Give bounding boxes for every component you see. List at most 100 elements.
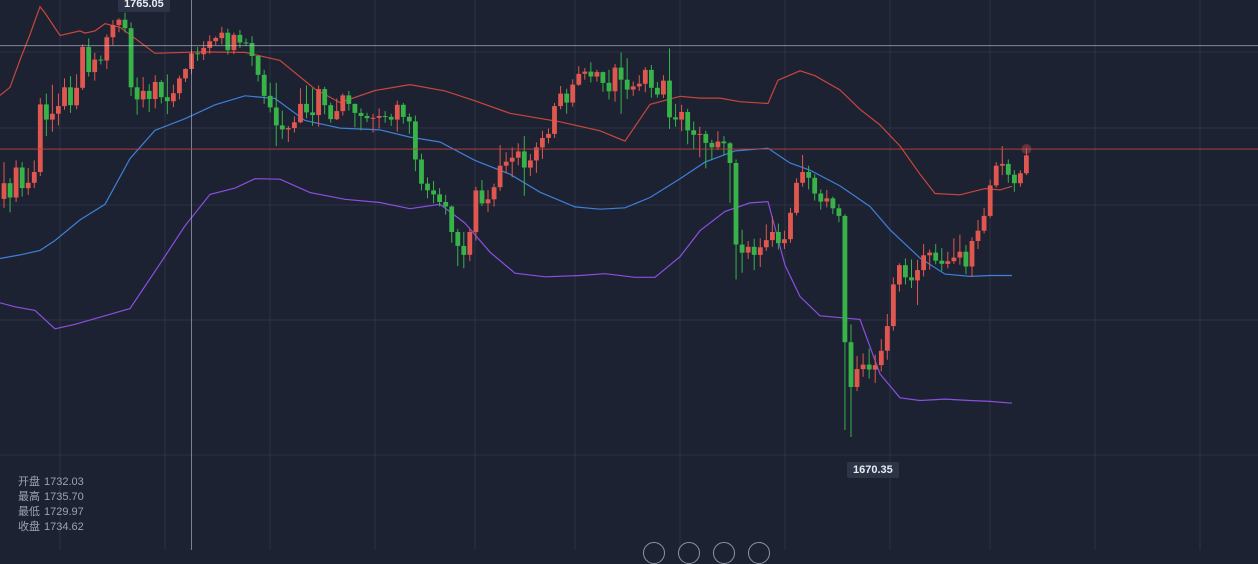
candle-up (491, 187, 497, 200)
candle-down (225, 32, 231, 51)
candle-down (279, 125, 285, 130)
zoom-out-button[interactable] (643, 542, 665, 564)
last-price-glow (1021, 144, 1032, 155)
candle-down (521, 151, 527, 168)
candle-up (921, 255, 926, 271)
candle-up (582, 71, 588, 74)
candle-up (1018, 173, 1023, 184)
candle-down (44, 104, 49, 120)
candle-down (388, 116, 394, 120)
candle-up (661, 80, 666, 95)
low-row: 最低 1729.97 (18, 505, 84, 520)
lower-band-line (0, 178, 1013, 404)
candles (1, 12, 1029, 437)
candle-up (782, 239, 787, 244)
candlestick-chart[interactable] (0, 0, 1258, 550)
candle-up (854, 369, 860, 387)
candle-down (751, 246, 757, 255)
candle-down (606, 82, 612, 92)
candle-down (739, 244, 745, 253)
candle-up (558, 93, 563, 107)
candle-up (824, 198, 830, 202)
candle-down (618, 67, 624, 80)
candle-down (703, 133, 709, 143)
candle-down (685, 112, 691, 131)
candle-down (273, 107, 279, 126)
candle-down (419, 159, 424, 184)
candle-up (316, 89, 321, 116)
candle-down (667, 80, 672, 118)
candle-down (721, 141, 727, 144)
candle-up (884, 326, 890, 351)
candle-down (358, 112, 364, 116)
candle-up (219, 32, 225, 39)
candle-up (231, 34, 237, 51)
scroll-left-button[interactable] (713, 542, 735, 564)
candle-up (945, 261, 951, 264)
candle-up (679, 112, 684, 120)
candle-up (334, 111, 340, 120)
high-price-marker: 1765.05 (118, 0, 170, 12)
candle-down (691, 130, 697, 135)
candle-down (364, 116, 370, 119)
candle-down (267, 95, 273, 108)
candle-down (449, 206, 455, 232)
candle-down (903, 265, 908, 278)
candle-up (636, 83, 642, 87)
candle-down (86, 47, 92, 73)
high-label: 最高 (18, 491, 40, 503)
low-label: 最低 (18, 506, 40, 518)
candle-up (872, 365, 878, 370)
candle-up (116, 19, 122, 26)
close-label: 收盘 (18, 521, 40, 533)
candle-up (612, 67, 618, 92)
candle-down (255, 56, 261, 75)
candle-up (999, 163, 1005, 166)
candle-down (709, 142, 715, 148)
candle-down (352, 103, 358, 113)
candle-down (818, 193, 824, 202)
candle-up (92, 59, 98, 73)
candle-down (836, 208, 842, 216)
candle-up (800, 172, 805, 183)
candle-down (195, 53, 200, 55)
candle-down (310, 112, 315, 116)
candle-up (975, 230, 981, 241)
high-value: 1735.70 (44, 491, 84, 503)
candle-up (552, 106, 557, 134)
candle-down (249, 43, 255, 56)
candle-up (1, 183, 7, 199)
candle-down (673, 117, 678, 120)
open-label: 开盘 (18, 476, 40, 488)
scroll-right-button[interactable] (748, 542, 770, 564)
candle-down (600, 72, 606, 83)
candle-down (146, 90, 152, 99)
candle-down (842, 215, 848, 343)
candle-down (1012, 174, 1017, 184)
candle-down (776, 232, 781, 244)
candle-down (19, 167, 25, 189)
candle-up (915, 270, 920, 281)
candle-up (927, 252, 933, 256)
candle-up (878, 350, 884, 366)
candle-down (588, 71, 594, 77)
candle-up (201, 47, 207, 55)
candle-down (963, 251, 969, 267)
candle-down (382, 116, 388, 117)
candle-down (461, 245, 467, 255)
candle-down (624, 79, 630, 90)
candle-up (630, 86, 636, 90)
middle-band-line (0, 95, 1012, 278)
candle-down (939, 260, 945, 264)
candle-up (794, 182, 799, 213)
zoom-in-button[interactable] (678, 542, 700, 564)
candle-up (25, 182, 31, 189)
candle-up (285, 128, 291, 130)
candle-down (134, 87, 140, 100)
candle-up (763, 240, 769, 248)
close-value: 1734.62 (44, 521, 84, 533)
ohlc-info-panel: 开盘 1732.03 最高 1735.70 最低 1729.97 收盘 1734.62 (18, 475, 84, 535)
candle-down (7, 183, 13, 198)
candle-down (98, 59, 104, 61)
candle-down (443, 202, 449, 207)
